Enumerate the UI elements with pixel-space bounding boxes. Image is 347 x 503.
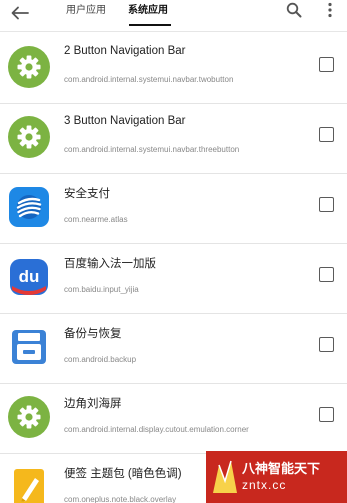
top-app-bar: 用户应用 系统应用 [0, 0, 347, 34]
app-package: com.nearme.atlas [64, 215, 128, 224]
list-item[interactable]: 安全支付 com.nearme.atlas [0, 174, 347, 244]
app-package: com.android.internal.systemui.navbar.thr… [64, 145, 240, 154]
app-list-screen: 用户应用 系统应用 2 Button Navigation Bar com.an… [0, 0, 347, 503]
arrow-left-icon [11, 6, 29, 20]
svg-text:du: du [19, 267, 40, 286]
select-checkbox[interactable] [319, 267, 334, 282]
app-package: com.android.internal.systemui.navbar.two… [64, 75, 234, 84]
app-package: com.oneplus.note.black.overlay [64, 495, 177, 503]
app-name: 3 Button Navigation Bar [64, 115, 186, 127]
gear-icon [8, 46, 50, 88]
select-checkbox[interactable] [319, 197, 334, 212]
system-app-list: 2 Button Navigation Bar com.android.inte… [0, 34, 347, 503]
watermark-banner: 八神智能天下 zntx.cc [206, 451, 347, 503]
select-checkbox[interactable] [319, 57, 334, 72]
list-item[interactable]: 边角刘海屏 com.android.internal.display.cutou… [0, 384, 347, 454]
list-item[interactable]: 2 Button Navigation Bar com.android.inte… [0, 34, 347, 104]
more-vert-icon [328, 2, 332, 18]
gear-icon [8, 396, 50, 438]
select-checkbox[interactable] [319, 407, 334, 422]
watermark-title: 八神智能天下 [242, 461, 321, 476]
select-checkbox[interactable] [319, 127, 334, 142]
watermark-url: zntx.cc [242, 478, 287, 492]
top-bar-divider [0, 31, 347, 32]
tab-system-apps[interactable]: 系统应用 [128, 3, 168, 19]
watermark-logo-icon [213, 460, 237, 493]
app-name: 备份与恢复 [64, 328, 122, 340]
more-options-button[interactable] [320, 0, 340, 20]
list-item[interactable]: du 百度输入法一加版 com.baidu.input_yijia [0, 244, 347, 314]
search-icon [286, 2, 302, 18]
select-checkbox[interactable] [319, 337, 334, 352]
gear-icon [8, 116, 50, 158]
secure-pay-icon [9, 187, 49, 227]
app-name: 边角刘海屏 [64, 398, 122, 410]
baidu-input-icon: du [10, 259, 48, 295]
backup-icon [12, 330, 46, 364]
tab-user-apps[interactable]: 用户应用 [66, 3, 106, 19]
back-button[interactable] [6, 1, 34, 25]
app-package: com.android.internal.display.cutout.emul… [64, 425, 249, 434]
app-name: 百度输入法一加版 [64, 258, 156, 270]
app-package: com.android.backup [64, 355, 137, 364]
app-package: com.baidu.input_yijia [64, 285, 139, 294]
note-icon [14, 469, 44, 503]
list-item[interactable]: 3 Button Navigation Bar com.android.inte… [0, 104, 347, 174]
list-item[interactable]: 备份与恢复 com.android.backup [0, 314, 347, 384]
app-name: 安全支付 [64, 188, 110, 200]
search-button[interactable] [283, 0, 305, 20]
tab-selected-indicator [129, 24, 171, 26]
app-name: 便签 主题包 (暗色色调) [64, 468, 182, 480]
app-name: 2 Button Navigation Bar [64, 45, 186, 57]
